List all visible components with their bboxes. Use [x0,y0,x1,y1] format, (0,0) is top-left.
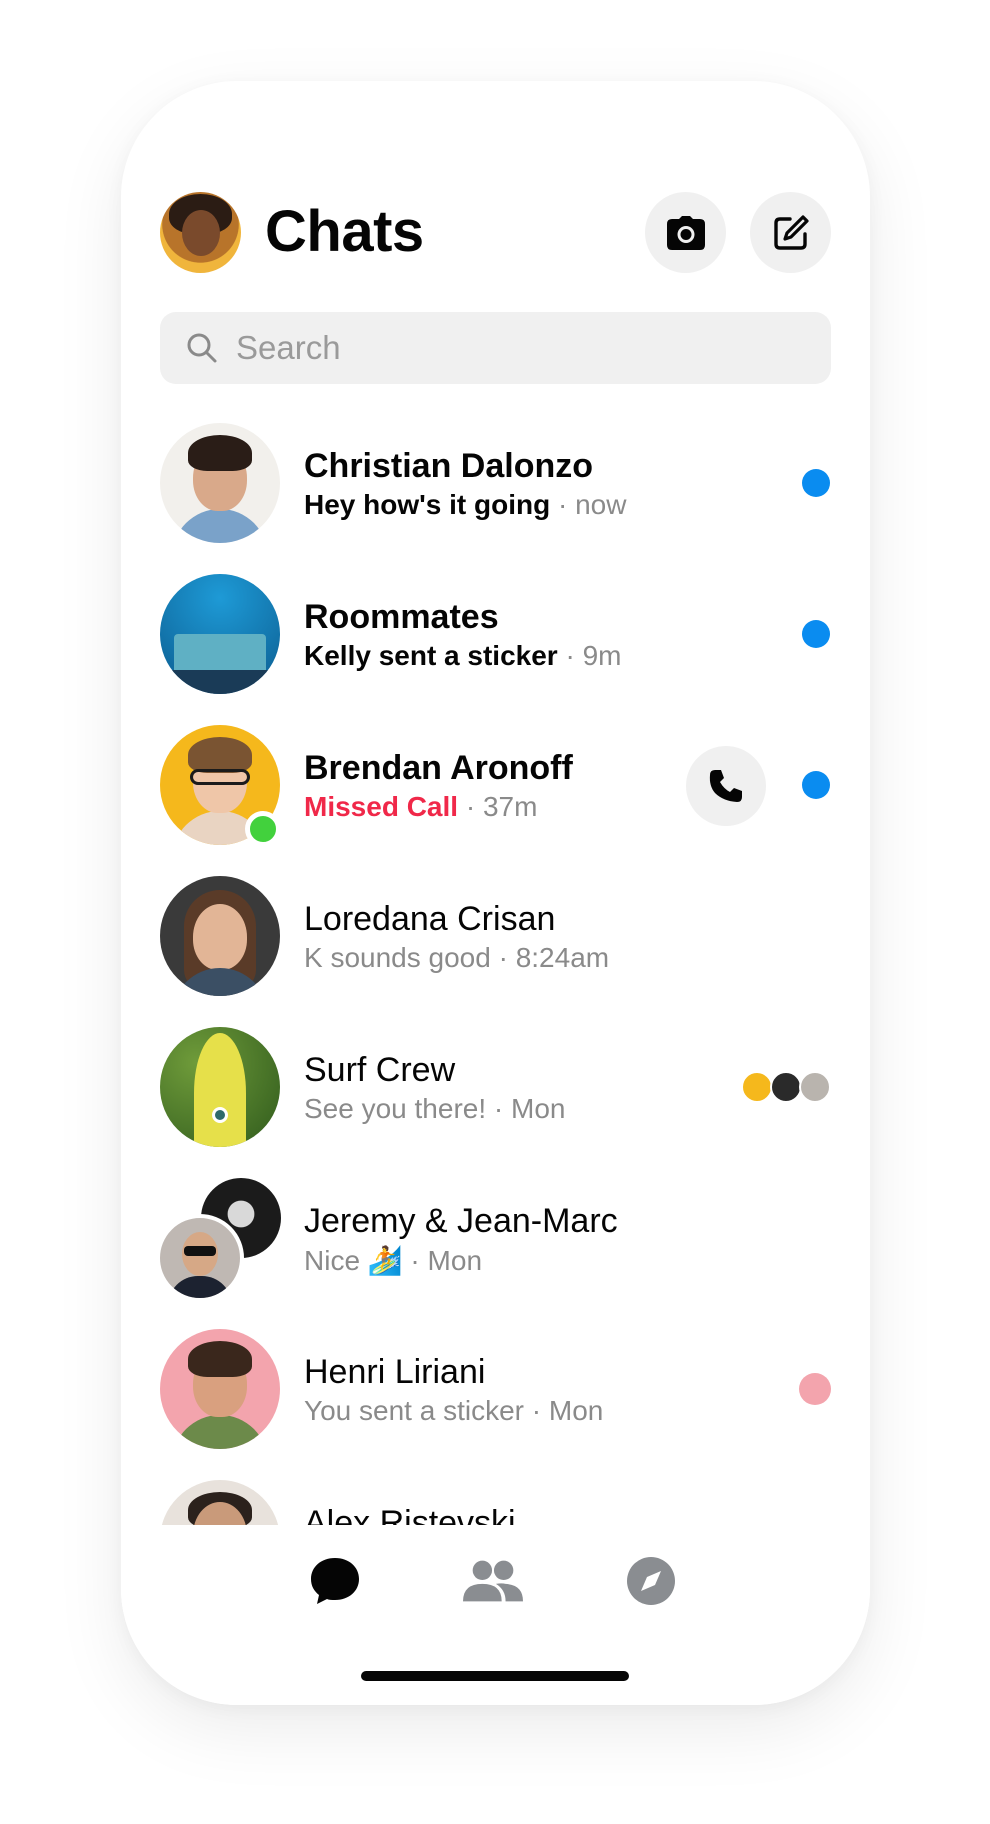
avatar-head [193,904,247,970]
chat-time: 8:24am [515,942,610,973]
chat-preview: You sent a sticker · Mon [304,1395,603,1427]
chat-message: Missed Call [304,791,459,822]
chat-preview: Hey how's it going · now [304,489,626,521]
avatar-body [172,509,268,543]
search-icon [187,333,217,363]
chat-preview: Kelly sent a sticker · 9m [304,640,622,672]
chat-row-brendan-aronoff[interactable]: Brendan Aronoff Missed Call · 37m [121,725,870,877]
chat-list[interactable]: Christian Dalonzo Hey how's it going · n… [121,423,870,1613]
avatar-hair [188,737,252,773]
avatar [160,574,280,694]
compass-icon [627,1557,675,1605]
phone-icon [709,770,742,802]
online-status-dot [245,811,281,847]
chat-message: See you there! [304,1093,487,1124]
chat-message: Hey how's it going [304,489,551,520]
compose-icon [773,214,809,250]
chat-time: 9m [582,640,622,671]
avatar-body [172,1415,268,1449]
avatar [160,1329,280,1449]
tab-chats[interactable] [305,1551,365,1611]
chat-name: Brendan Aronoff [304,749,573,787]
separator: · [490,942,516,973]
separator: · [523,1395,549,1426]
unread-dot [802,771,830,799]
chat-row-loredana-crisan[interactable]: Loredana Crisan K sounds good · 8:24am [121,876,870,1028]
separator: · [458,791,483,822]
chat-row-christian-dalonzo[interactable]: Christian Dalonzo Hey how's it going · n… [121,423,870,575]
profile-avatar[interactable] [160,192,241,273]
unread-dot [802,469,830,497]
surfboard-icon [194,1033,246,1147]
chat-message: K sounds good [304,942,491,973]
camera-button[interactable] [645,192,726,273]
glasses-icon [190,769,250,785]
page-title: Chats [265,199,424,264]
chat-name: Loredana Crisan [304,900,556,938]
chat-row-surf-crew[interactable]: Surf Crew See you there! · Mon [121,1027,870,1179]
avatar-hair [188,435,252,471]
avatar-body [168,1276,232,1298]
phone-screen: Chats Search Christian Dalonzo Hey how's… [121,81,870,1705]
chat-time: Mon [427,1245,483,1276]
tab-people[interactable] [463,1551,523,1611]
chat-preview: See you there! · Mon [304,1093,565,1125]
chat-name: Henri Liriani [304,1353,486,1391]
avatar-face [182,210,220,256]
avatar [160,423,280,543]
search-bar[interactable] [160,312,831,384]
chat-name: Jeremy & Jean-Marc [304,1202,618,1240]
chat-preview: Missed Call · 37m [304,791,537,823]
chat-preview: K sounds good · 8:24am [304,942,609,974]
chat-row-roommates[interactable]: Roommates Kelly sent a sticker · 9m [121,574,870,726]
avatar-primary [156,1214,244,1302]
chat-name: Roommates [304,598,499,636]
surfboard-logo [212,1107,228,1123]
separator: · [550,489,576,520]
separator: · [486,1093,512,1124]
avatar-building [174,634,266,674]
separator: · [402,1245,428,1276]
people-icon [463,1560,523,1602]
chat-time: 37m [482,791,538,822]
chat-time: Mon [511,1093,566,1124]
unread-dot [802,620,830,648]
chat-time: Mon [548,1395,604,1426]
chat-name: Surf Crew [304,1051,456,1089]
camera-icon [666,215,705,250]
chat-row-jeremy-jean-marc[interactable]: Jeremy & Jean-Marc Nice 🏄 · Mon [121,1178,870,1330]
chat-message: Nice 🏄 [304,1245,403,1276]
call-back-button[interactable] [686,746,766,826]
seen-avatar [741,1071,773,1103]
tab-discover[interactable] [621,1551,681,1611]
chat-bubble-icon [311,1558,359,1604]
sunglasses-icon [184,1246,216,1256]
avatar [160,876,280,996]
avatar-hair [188,1341,252,1377]
chat-preview: Nice 🏄 · Mon [304,1244,482,1277]
avatar [160,1027,280,1147]
header: Chats [160,192,831,273]
chat-time: now [575,489,627,520]
seen-avatar [799,1373,831,1405]
seen-avatar [770,1071,802,1103]
seen-avatar [799,1071,831,1103]
chat-message: You sent a sticker [304,1395,524,1426]
chat-row-henri-liriani[interactable]: Henri Liriani You sent a sticker · Mon [121,1329,870,1481]
chat-name: Christian Dalonzo [304,447,594,485]
seen-avatars [741,1071,831,1103]
compose-button[interactable] [750,192,831,273]
home-indicator[interactable] [361,1671,629,1681]
search-input[interactable] [234,328,798,368]
avatar-ground [160,670,280,694]
chat-message: Kelly sent a sticker [304,640,558,671]
separator: · [557,640,583,671]
